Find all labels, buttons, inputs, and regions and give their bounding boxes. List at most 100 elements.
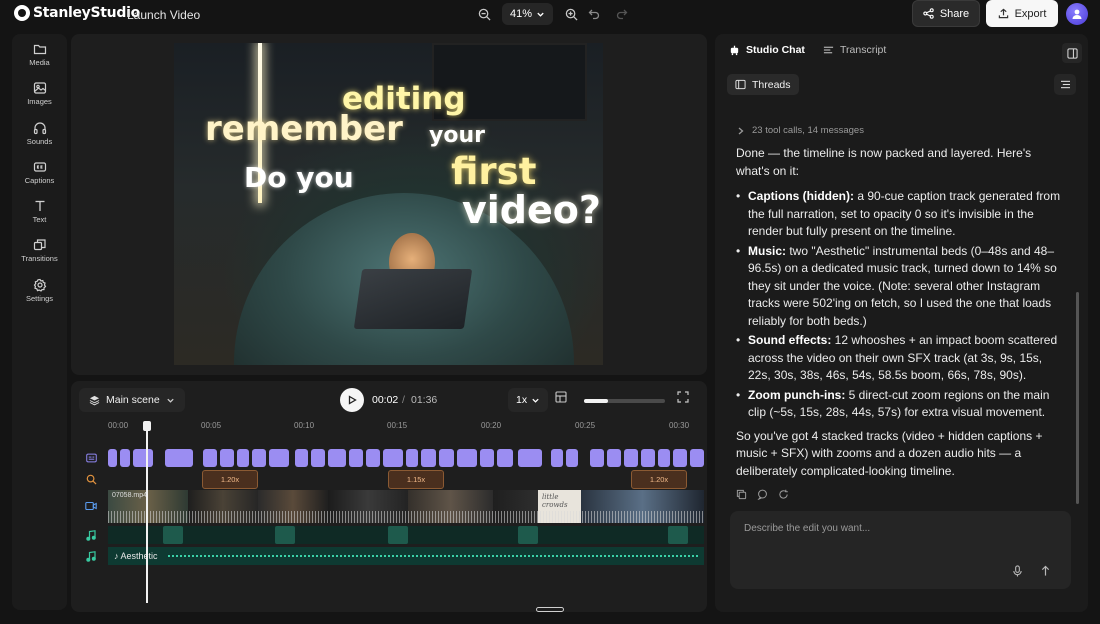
zoom-region[interactable]: 1.20x — [202, 470, 258, 489]
captions-track[interactable] — [108, 449, 704, 467]
sidebar-item-media[interactable]: Media — [12, 42, 67, 81]
scene-selector[interactable]: Main scene — [79, 388, 185, 412]
caption-segment[interactable] — [658, 449, 670, 467]
user-avatar[interactable] — [1066, 3, 1088, 25]
chevron-down-icon — [532, 398, 539, 403]
caption-word[interactable]: video? — [462, 188, 601, 232]
export-button[interactable]: Export — [986, 0, 1058, 27]
caption-segment[interactable] — [165, 449, 193, 467]
caption-segment[interactable] — [349, 449, 363, 467]
caption-segment[interactable] — [690, 449, 704, 467]
undo-icon[interactable] — [584, 4, 604, 24]
panel-toggle-icon[interactable] — [1062, 43, 1082, 63]
zoom-region[interactable]: 1.15x — [388, 470, 444, 489]
caption-word[interactable]: your — [429, 123, 485, 148]
microphone-icon[interactable] — [1012, 564, 1023, 582]
caption-segment[interactable] — [220, 449, 234, 467]
caption-segment[interactable] — [328, 449, 346, 467]
caption-segment[interactable] — [641, 449, 655, 467]
captions-track-icon — [84, 451, 98, 465]
caption-segment[interactable] — [406, 449, 418, 467]
caption-segment[interactable] — [252, 449, 266, 467]
video-track[interactable]: little crowds 07058.mp4 — [108, 490, 704, 523]
time-ruler[interactable]: 00:00 00:05 00:10 00:15 00:20 00:25 00:3… — [108, 421, 704, 433]
bullet-title: Sound effects: — [748, 333, 832, 347]
threads-button[interactable]: Threads — [727, 74, 799, 95]
sfx-clip[interactable] — [518, 526, 538, 544]
music-track[interactable]: ♪ Aesthetic — [108, 547, 704, 565]
caption-word[interactable]: first — [451, 150, 536, 193]
scene-label: Main scene — [106, 394, 160, 406]
sfx-clip[interactable] — [275, 526, 295, 544]
tool-calls-summary[interactable]: 23 tool calls, 14 messages — [737, 125, 864, 136]
send-icon[interactable] — [1040, 564, 1051, 582]
sidebar-item-text[interactable]: Text — [12, 199, 67, 238]
sidebar-item-sounds[interactable]: Sounds — [12, 121, 67, 160]
caption-segment[interactable] — [457, 449, 477, 467]
transitions-icon — [33, 239, 46, 251]
redo-icon[interactable] — [612, 4, 632, 24]
caption-segment[interactable] — [203, 449, 217, 467]
caption-segment[interactable] — [383, 449, 403, 467]
sidebar-item-transitions[interactable]: Transitions — [12, 238, 67, 277]
zoom-region[interactable]: 1.20x — [631, 470, 687, 489]
timeline-scrollbar[interactable] — [536, 607, 564, 612]
app-logo[interactable]: StanleyStudio — [14, 5, 140, 21]
menu-icon[interactable] — [1054, 74, 1076, 95]
music-waveform — [168, 555, 698, 557]
playback-scrubber[interactable] — [584, 399, 665, 403]
video-frame[interactable]: editing remember your Do you first video… — [174, 43, 603, 365]
layout-grid-icon[interactable] — [555, 390, 567, 408]
sidebar-item-settings[interactable]: Settings — [12, 278, 67, 317]
project-title[interactable]: Launch Video — [127, 8, 200, 22]
play-button[interactable] — [340, 388, 364, 412]
caption-segment[interactable] — [518, 449, 542, 467]
chat-input[interactable] — [744, 523, 1044, 534]
sfx-clip[interactable] — [388, 526, 408, 544]
caption-segment[interactable] — [566, 449, 578, 467]
caption-segment[interactable] — [133, 449, 153, 467]
share-button[interactable]: Share — [912, 0, 980, 27]
sfx-track[interactable] — [108, 526, 704, 544]
comment-icon[interactable] — [757, 487, 768, 505]
caption-segment[interactable] — [624, 449, 638, 467]
zoom-in-icon[interactable] — [561, 4, 581, 24]
sfx-clip[interactable] — [163, 526, 183, 544]
top-bar: StanleyStudio Launch Video 41% Share Exp… — [0, 0, 1100, 28]
caption-segment[interactable] — [237, 449, 249, 467]
music-track-icon — [84, 549, 98, 563]
caption-segment[interactable] — [590, 449, 604, 467]
chat-scrollbar[interactable] — [1076, 292, 1079, 504]
playback-speed-dropdown[interactable]: 1x — [508, 388, 549, 412]
caption-segment[interactable] — [439, 449, 454, 467]
tab-transcript[interactable]: Transcript — [823, 44, 886, 56]
upload-icon — [998, 8, 1008, 19]
caption-segment[interactable] — [108, 449, 117, 467]
caption-segment[interactable] — [366, 449, 380, 467]
zoom-track[interactable]: 1.20x 1.15x 1.20x — [108, 470, 704, 489]
zoom-level-dropdown[interactable]: 41% — [502, 3, 554, 25]
caption-segment[interactable] — [311, 449, 325, 467]
caption-segment[interactable] — [480, 449, 494, 467]
caption-segment[interactable] — [295, 449, 308, 467]
caption-word[interactable]: Do you — [244, 161, 354, 194]
caption-word[interactable]: remember — [205, 109, 403, 149]
playhead-handle[interactable] — [143, 421, 151, 431]
caption-segment[interactable] — [497, 449, 513, 467]
playhead[interactable] — [143, 421, 151, 603]
caption-segment[interactable] — [551, 449, 563, 467]
caption-segment[interactable] — [269, 449, 289, 467]
caption-segment[interactable] — [607, 449, 621, 467]
copy-icon[interactable] — [736, 487, 747, 505]
caption-segment[interactable] — [673, 449, 687, 467]
retry-icon[interactable] — [778, 487, 789, 505]
sfx-clip[interactable] — [668, 526, 688, 544]
message-actions — [736, 487, 789, 505]
sidebar-item-captions[interactable]: Captions — [12, 160, 67, 199]
caption-segment[interactable] — [421, 449, 436, 467]
zoom-out-icon[interactable] — [474, 4, 494, 24]
caption-segment[interactable] — [120, 449, 130, 467]
tab-studio-chat[interactable]: Studio Chat — [729, 44, 805, 56]
sidebar-item-images[interactable]: Images — [12, 81, 67, 120]
fullscreen-icon[interactable] — [677, 390, 689, 408]
